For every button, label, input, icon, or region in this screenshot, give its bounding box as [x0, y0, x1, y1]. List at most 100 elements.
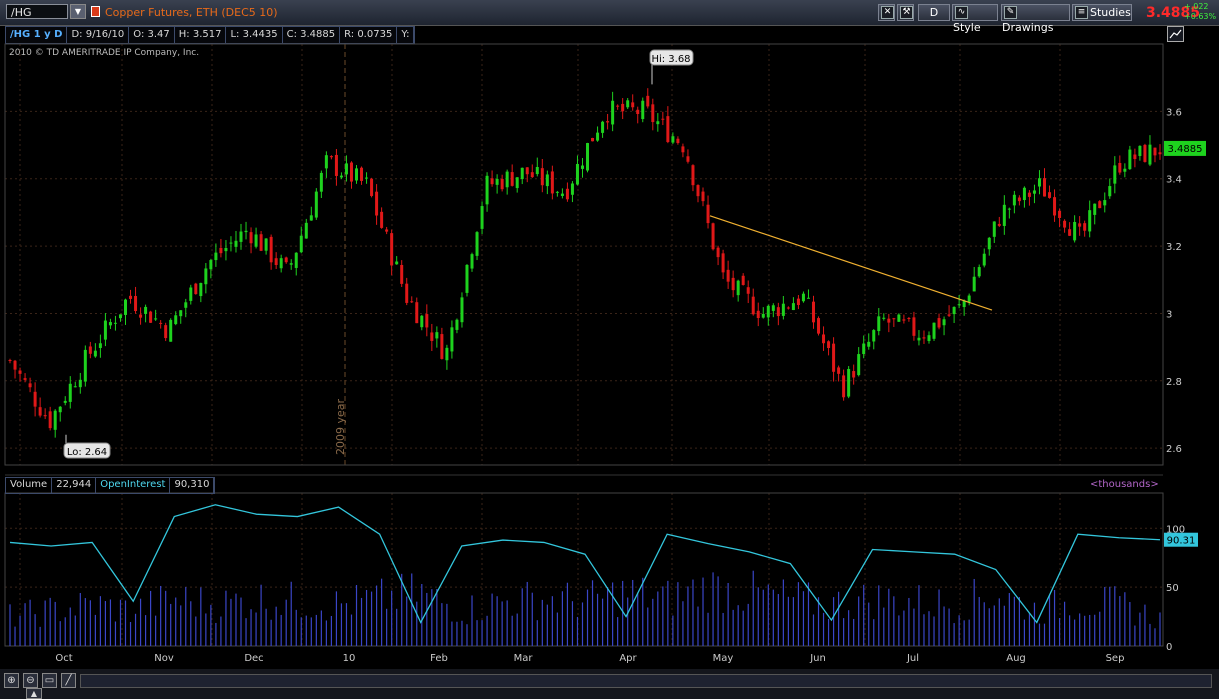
candle — [565, 182, 569, 202]
candle-body — [1002, 204, 1006, 226]
candle — [701, 187, 705, 207]
candle-body — [882, 317, 886, 319]
candle — [113, 315, 117, 331]
candle — [822, 326, 826, 351]
candle — [761, 307, 765, 319]
candle — [184, 298, 188, 318]
candle — [319, 170, 323, 199]
candle-body — [365, 177, 369, 179]
candle — [33, 382, 37, 417]
candle-body — [219, 247, 223, 254]
candle-body — [671, 136, 675, 143]
candle-body — [360, 167, 364, 181]
volume-info-bar: Volume 22,944 OpenInterest 90,310 — [5, 477, 216, 494]
candle-body — [596, 132, 600, 141]
candle-body — [445, 347, 449, 361]
chart-canvas[interactable]: 2009 year Hi: 3.68 Lo: 2.64 3.4885 90.31 2.… — [0, 0, 1219, 699]
candle-body — [380, 211, 384, 228]
candle — [1108, 178, 1112, 199]
price-tick-label: 2.8 — [1166, 377, 1182, 388]
candle-body — [289, 263, 293, 265]
price-tick-label: 3 — [1166, 309, 1172, 320]
candle-body — [611, 100, 615, 125]
candle-body — [892, 318, 896, 320]
candle — [410, 296, 414, 304]
candle-body — [1158, 152, 1162, 155]
candle-body — [28, 383, 32, 388]
candle — [550, 165, 554, 200]
candle-body — [1108, 186, 1112, 197]
reset-zoom-button[interactable]: ▭ — [42, 673, 57, 688]
candle-body — [349, 162, 353, 182]
candle-body — [837, 367, 841, 374]
candle — [781, 295, 785, 320]
candle — [380, 207, 384, 229]
candle-body — [1148, 144, 1152, 165]
candle — [73, 381, 77, 388]
candle — [811, 295, 815, 329]
candle — [791, 297, 795, 311]
candle-body — [500, 178, 504, 190]
candle-body — [601, 121, 605, 133]
candle — [405, 277, 409, 306]
candle — [254, 227, 258, 249]
candle-body — [63, 400, 67, 403]
candle-body — [776, 307, 780, 317]
zoom-out-button[interactable]: ⊖ — [23, 673, 38, 688]
candle — [1098, 200, 1102, 209]
expand-icon[interactable]: ▲ — [26, 688, 42, 699]
candle-body — [1048, 192, 1052, 198]
candle-body — [796, 298, 800, 306]
candle-body — [274, 258, 278, 265]
candle-body — [410, 301, 414, 303]
candle-body — [470, 254, 474, 269]
candle — [776, 302, 780, 326]
candle-body — [827, 341, 831, 348]
candle — [234, 230, 238, 253]
candle-body — [520, 167, 524, 180]
volume-tick-label: 100 — [1166, 524, 1185, 535]
candle — [570, 181, 574, 203]
overlays: Hi: 3.68 Lo: 2.64 3.4885 90.31 — [9, 49, 1206, 624]
candle — [1002, 195, 1006, 235]
candle — [540, 158, 544, 193]
volume-tick-label: 0 — [1166, 642, 1172, 653]
open-interest-label[interactable]: OpenInterest — [96, 478, 171, 493]
candle-body — [189, 287, 193, 301]
candle-body — [1138, 145, 1142, 157]
candle-body — [465, 264, 469, 293]
candle — [98, 334, 102, 358]
candle — [229, 236, 233, 252]
zoom-in-button[interactable]: ⊕ — [4, 673, 19, 688]
candle-body — [1123, 168, 1127, 172]
time-scrollbar[interactable] — [80, 674, 1212, 688]
candle — [134, 286, 138, 314]
candle — [1063, 219, 1067, 233]
candle-body — [395, 261, 399, 265]
candle — [726, 260, 730, 289]
candle-body — [771, 305, 775, 311]
candle-body — [375, 191, 379, 216]
candle-body — [249, 232, 253, 244]
candle — [1022, 186, 1026, 208]
drawing-tool-button[interactable]: ╱ — [61, 673, 76, 688]
candle — [1138, 145, 1142, 161]
candle-body — [967, 295, 971, 302]
candle — [1103, 192, 1107, 213]
candle — [294, 252, 298, 276]
volume-label[interactable]: Volume — [6, 478, 53, 493]
candle-body — [144, 306, 148, 314]
candle — [1027, 190, 1031, 206]
candle — [214, 243, 218, 267]
candle — [375, 184, 379, 225]
candle — [661, 111, 665, 126]
candle — [786, 306, 790, 310]
candle — [93, 343, 97, 358]
candle-body — [154, 318, 158, 320]
candle — [204, 263, 208, 294]
candle-body — [781, 303, 785, 316]
candle-body — [1088, 210, 1092, 232]
candle — [164, 322, 168, 342]
candle — [560, 188, 564, 199]
candle — [596, 126, 600, 142]
